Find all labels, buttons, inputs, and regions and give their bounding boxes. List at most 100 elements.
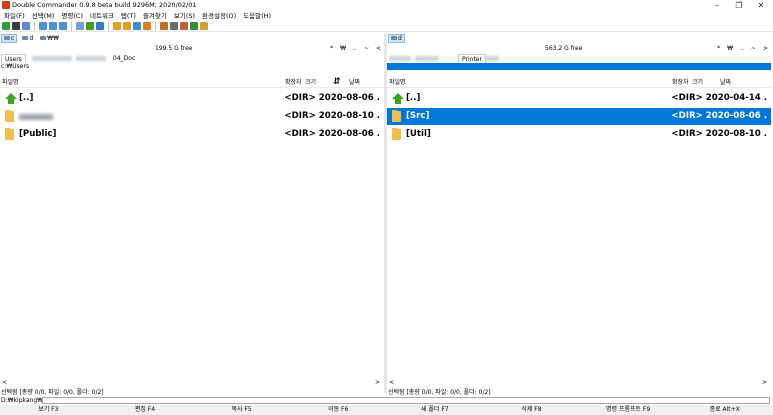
toolbar-button-icon[interactable] — [96, 22, 104, 30]
menu-item[interactable]: 도움말(H) — [243, 11, 271, 21]
toolbar-button-icon[interactable] — [49, 22, 57, 30]
function-key-button[interactable]: 보기 F3 — [0, 405, 97, 415]
scroll-right-arrow[interactable]: > — [375, 380, 380, 386]
path-button[interactable]: > — [763, 44, 768, 54]
file-row[interactable]: [..] <DIR> 2020-04-14 . — [387, 90, 771, 107]
path-button[interactable]: ₩ — [340, 44, 346, 54]
function-key-button[interactable]: 명령 프롬프트 F9 — [580, 405, 677, 415]
menu-item[interactable]: 명령(C) — [61, 11, 83, 21]
path-button[interactable]: ~ — [364, 44, 369, 54]
function-key-button[interactable]: 복사 F5 — [193, 405, 290, 415]
header-size[interactable]: 크기 — [692, 77, 703, 88]
toolbar-button-icon[interactable] — [123, 22, 131, 30]
menu-item[interactable]: 환경설정(O) — [202, 11, 236, 21]
header-name[interactable]: 파일명 — [2, 77, 19, 88]
header-date[interactable]: 날짜 — [349, 77, 360, 88]
path-button[interactable]: ₩ — [727, 44, 733, 54]
path-button[interactable]: .. — [353, 44, 357, 54]
drive-button[interactable]: ₩₩ — [38, 34, 61, 43]
file-row[interactable]: [..] <DIR> 2020-08-06 . — [0, 90, 384, 107]
toolbar-button-icon[interactable] — [2, 22, 10, 30]
toolbar-button-icon[interactable] — [59, 22, 67, 30]
menu-item[interactable]: 네트워크 — [90, 11, 114, 21]
right-status: 선택됨 [총량 0/0, 파일: 0/0, 폴더: 0/2] — [388, 389, 491, 396]
toolbar-button-icon[interactable] — [39, 22, 47, 30]
toolbar-button-icon[interactable] — [86, 22, 94, 30]
file-row[interactable]: [Src] <DIR> 2020-08-06 . — [387, 108, 771, 125]
toolbar-button-icon[interactable] — [12, 22, 20, 30]
toolbar-button-icon[interactable] — [22, 22, 30, 30]
menu-item[interactable]: 선택(M) — [32, 11, 55, 21]
toolbar-button-icon[interactable] — [113, 22, 121, 30]
drive-bar: c d ₩₩ — [0, 33, 384, 43]
drive-icon — [4, 36, 10, 40]
path-button[interactable]: < — [376, 44, 381, 54]
toolbar-separator — [71, 21, 72, 31]
toolbar-button-icon[interactable] — [143, 22, 151, 30]
toolbar-button-icon[interactable] — [200, 22, 208, 30]
scroll-right-arrow[interactable]: > — [762, 380, 767, 386]
function-key-button[interactable]: 삭제 F8 — [483, 405, 580, 415]
tab-bar: Printer — [387, 54, 771, 63]
function-key-button[interactable]: 새 폴더 F7 — [387, 405, 484, 415]
close-button[interactable]: ✕ — [750, 0, 772, 11]
toolbar-separator — [108, 21, 109, 31]
header-size[interactable]: 크기 — [305, 77, 316, 88]
tab-printer[interactable]: Printer — [458, 54, 486, 63]
blurred-tab — [485, 56, 499, 61]
file-row[interactable]: [Util] <DIR> 2020-08-10 . — [387, 126, 771, 143]
up-arrow-icon — [392, 93, 404, 104]
path-button[interactable]: * — [330, 44, 333, 54]
path-bar: 199.5 G free * ₩.. ~ < — [0, 44, 384, 54]
header-ext[interactable]: 확장자 — [672, 77, 689, 88]
file-name: [..] — [19, 93, 34, 103]
menu-item[interactable]: 보기(S) — [174, 11, 195, 21]
blurred-tab — [76, 56, 106, 61]
scroll-left-arrow[interactable]: < — [389, 380, 394, 386]
drive-button[interactable]: d — [20, 34, 35, 43]
command-input[interactable] — [42, 397, 770, 404]
menu-item[interactable]: 즐겨찾기 — [143, 11, 167, 21]
toolbar-button-icon[interactable] — [180, 22, 188, 30]
drive-icon — [40, 36, 47, 40]
drive-label: ₩₩ — [47, 34, 59, 42]
horizontal-scrollbar[interactable]: < > — [0, 380, 384, 386]
function-key-bar: 보기 F3 편집 F4 복사 F5 이동 F6 새 폴더 F7 삭제 F8 명령 프롬프트 … — [0, 405, 773, 415]
path-button[interactable]: .. — [740, 44, 744, 54]
folder-icon — [392, 110, 401, 122]
right-panel: d 563.2 G free * ₩.. ~ > Printer 파일명 확장자 크기… — [387, 33, 771, 393]
window-title: Double Commander 0.9.8 beta build 9296M;… — [12, 1, 197, 9]
toolbar-button-icon[interactable] — [160, 22, 168, 30]
header-ext[interactable]: 확장자 — [285, 77, 302, 88]
maximize-button[interactable]: ❐ — [728, 0, 750, 11]
drive-button[interactable]: d — [388, 33, 405, 43]
file-row[interactable]: [Public] <DIR> 2020-08-06 . — [0, 126, 384, 143]
toolbar-button-icon[interactable] — [170, 22, 178, 30]
header-name[interactable]: 파일명 — [389, 77, 406, 88]
path-button[interactable]: ~ — [751, 44, 756, 54]
left-panel: c d ₩₩ 199.5 G free * ₩.. ~ < Users 04_Doc c:… — [0, 33, 384, 393]
tab-bar: Users 04_Doc — [0, 54, 384, 63]
minimize-button[interactable]: – — [706, 0, 728, 11]
header-date[interactable]: 날짜 — [720, 77, 731, 88]
function-key-button[interactable]: 종료 Alt+X — [676, 405, 773, 415]
path-button[interactable]: * — [717, 44, 720, 54]
scroll-left-arrow[interactable]: < — [2, 380, 7, 386]
function-key-button[interactable]: 이동 F6 — [290, 405, 387, 415]
column-headers: 파일명 확장자 크기 날짜 — [387, 77, 771, 88]
tab-users[interactable]: Users — [1, 54, 26, 63]
toolbar-button-icon[interactable] — [133, 22, 141, 30]
menu-item[interactable]: 탭(T) — [121, 11, 136, 21]
tab-doc[interactable]: 04_Doc — [110, 54, 138, 63]
drive-button[interactable]: c — [1, 33, 18, 43]
title-bar: Double Commander 0.9.8 beta build 9296M;… — [0, 0, 773, 11]
column-headers: 파일명 확장자 크기 ⇵ 날짜 — [0, 77, 384, 88]
menu-item[interactable]: 파일(F) — [4, 11, 25, 21]
drive-label: d — [398, 34, 402, 42]
current-path — [387, 63, 771, 70]
function-key-button[interactable]: 편집 F4 — [97, 405, 194, 415]
file-row[interactable]: <DIR> 2020-08-10 . — [0, 108, 384, 125]
horizontal-scrollbar[interactable]: < > — [387, 380, 771, 386]
toolbar-button-icon[interactable] — [76, 22, 84, 30]
toolbar-button-icon[interactable] — [190, 22, 198, 30]
